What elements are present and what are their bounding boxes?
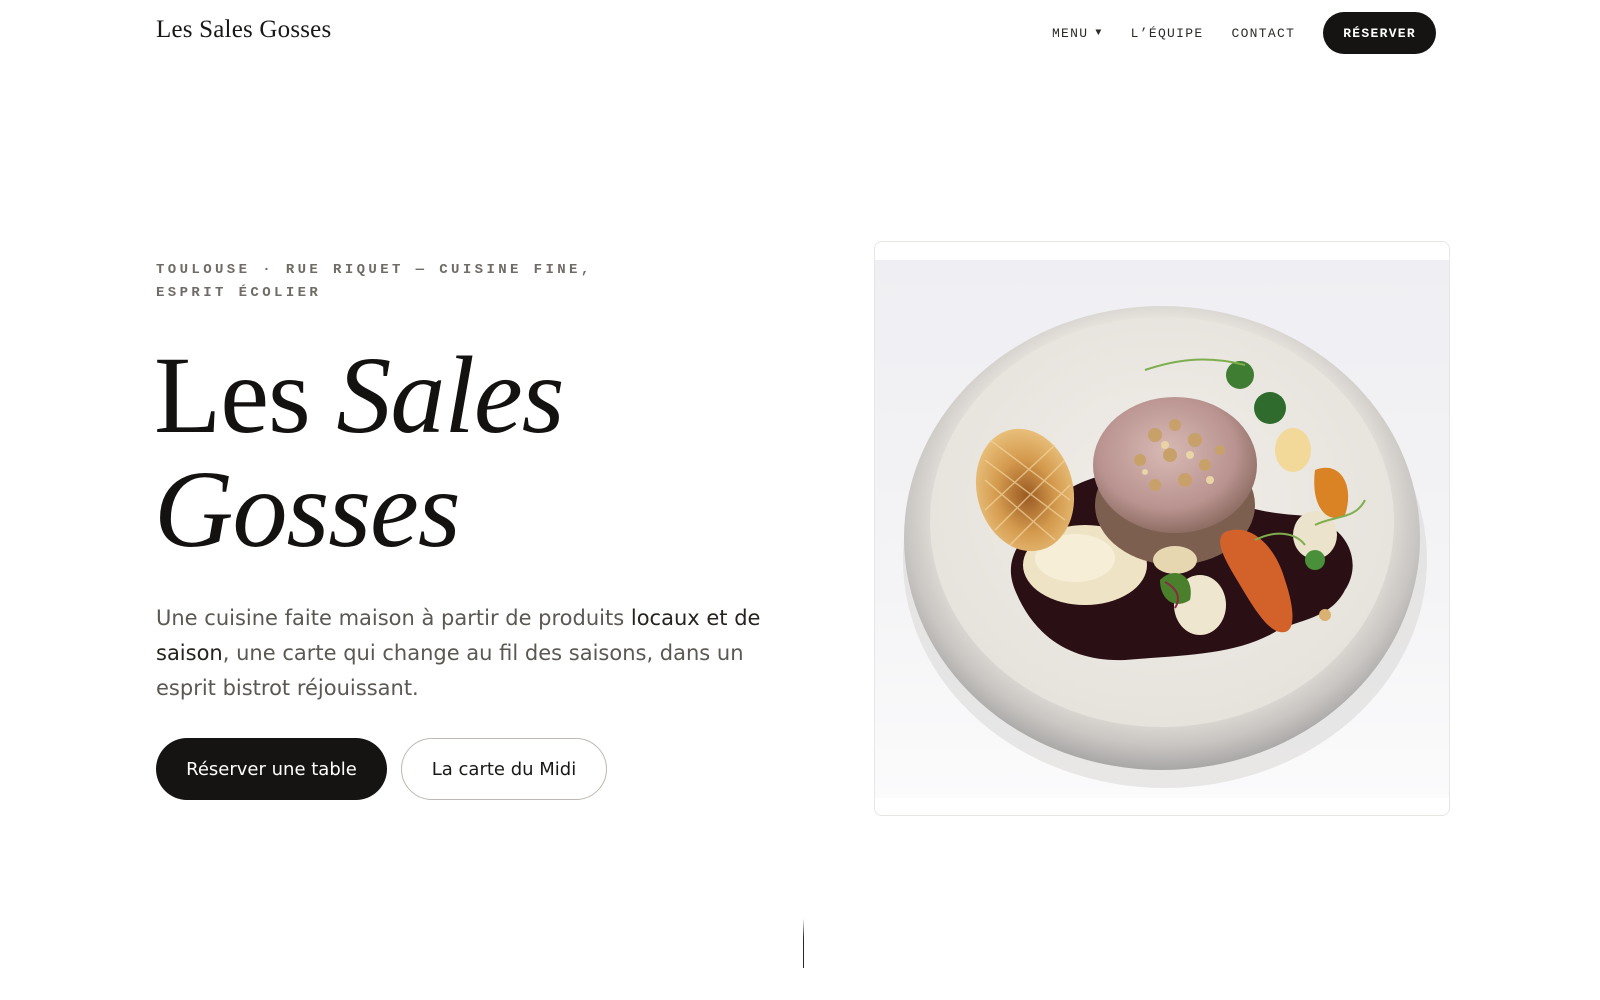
reserve-nav-button[interactable]: RÉSERVER [1323, 12, 1436, 54]
caret-down-icon: ▼ [1095, 27, 1103, 39]
hero-title: Les Sales Gosses [154, 338, 774, 566]
main-nav: MENU ▼ L’ÉQUIPE CONTACT RÉSERVER [1052, 12, 1436, 54]
hero-lead-part2: , une carte qui change au fil des saison… [156, 641, 744, 700]
nav-item-contact[interactable]: CONTACT [1231, 26, 1295, 41]
nav-item-menu[interactable]: MENU ▼ [1052, 26, 1103, 41]
hero-lead-part1: Une cuisine faite maison à partir de pro… [156, 606, 631, 630]
nav-item-equipe[interactable]: L’ÉQUIPE [1131, 26, 1204, 41]
hero-eyebrow: TOULOUSE · RUE RIQUET — CUISINE FINE, ES… [156, 262, 593, 301]
page: Les Sales Gosses MENU ▼ L’ÉQUIPE CONTACT… [0, 0, 1600, 1000]
site-logo[interactable]: Les Sales Gosses [156, 16, 331, 44]
dish-photo-card [874, 241, 1450, 816]
site-header: Les Sales Gosses MENU ▼ L’ÉQUIPE CONTACT… [0, 0, 1600, 66]
scroll-indicator-line [803, 918, 804, 968]
dish-photo [875, 260, 1449, 798]
nav-item-equipe-label: L’ÉQUIPE [1130, 25, 1204, 41]
hero-title-regular: Les [154, 334, 337, 456]
nav-item-menu-label: MENU [1051, 25, 1089, 41]
plated-dish-image [903, 306, 1427, 788]
hero-lead: Une cuisine faite maison à partir de pro… [156, 601, 776, 706]
reserve-table-button[interactable]: Réserver une table [156, 738, 387, 800]
nav-item-contact-label: CONTACT [1231, 25, 1296, 41]
lunch-menu-button[interactable]: La carte du Midi [401, 738, 607, 800]
